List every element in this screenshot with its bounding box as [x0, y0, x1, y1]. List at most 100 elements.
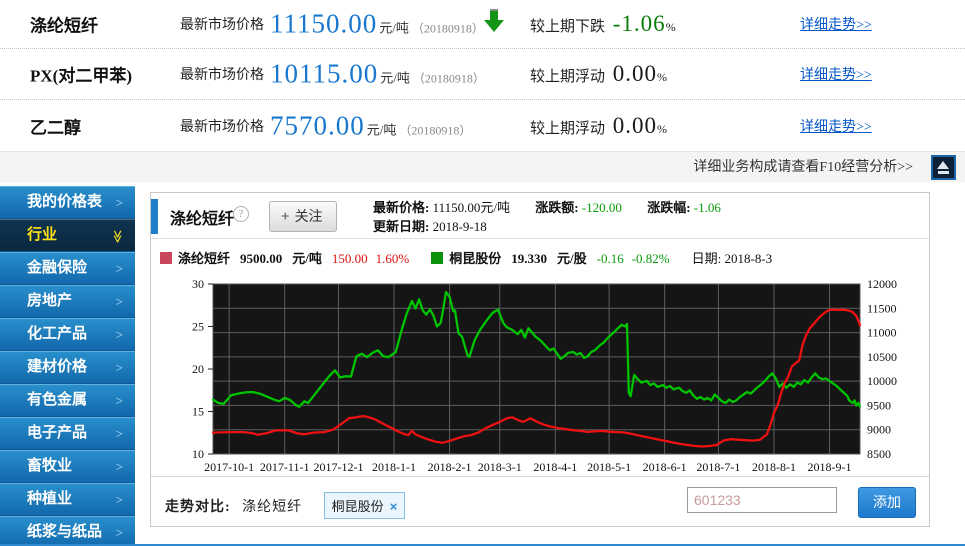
x-axis-tick: 2017-10-1: [204, 460, 254, 474]
sidebar-item-我的价格表[interactable]: 我的价格表 >: [0, 186, 135, 219]
chevron-right-icon: >: [115, 261, 123, 276]
price-date: （20180918）: [411, 21, 484, 36]
detail-trend-link[interactable]: 详细走势>>: [800, 64, 872, 84]
right-axis-tick: 8500: [867, 447, 891, 461]
detail-trend-link[interactable]: 详细走势>>: [800, 116, 872, 136]
down-arrow-icon: [483, 8, 505, 34]
chevron-right-icon: >: [115, 327, 123, 342]
price-value: 7570.00: [270, 110, 365, 140]
sidebar-item-label: 房地产: [27, 293, 73, 309]
change-value: 0.00: [612, 112, 658, 138]
latest-price: 11150.00元/吨: [432, 200, 510, 215]
quote-row: PX(对二甲苯) 最新市场价格 10115.00 元/吨 （20180918） 较上期浮动…: [0, 49, 965, 100]
price-group: 11150.00 元/吨 （20180918）: [270, 9, 484, 40]
update-date: 2018-9-18: [432, 219, 487, 234]
x-axis-tick: 2017-11-1: [260, 460, 310, 474]
sidebar-item-label: 建材价格: [27, 359, 88, 375]
change-unit: %: [657, 70, 668, 84]
sidebar-item-化工产品[interactable]: 化工产品 >: [0, 318, 135, 351]
quote-row: 乙二醇 最新市场价格 7570.00 元/吨 （20180918） 较上期浮动 0.00%…: [0, 100, 965, 151]
commodity-name: 乙二醇: [30, 118, 81, 137]
commodity-name: PX(对二甲苯): [30, 66, 132, 86]
stock-code-input[interactable]: [687, 487, 837, 513]
market-price-label: 最新市场价格: [180, 18, 264, 33]
sidebar-item-建材价格[interactable]: 建材价格 >: [0, 351, 135, 384]
change-percent: -1.06: [693, 200, 721, 215]
page-title: 涤纶短纤: [170, 211, 235, 228]
x-axis-tick: 2018-3-1: [478, 460, 522, 474]
change-value: 0.00: [612, 61, 658, 86]
price-info: 最新价格: 11150.00元/吨 涨跌额: -120.00 涨跌幅: -1.0…: [373, 200, 721, 234]
commodity-name: 涤纶短纤: [30, 16, 98, 36]
x-axis-tick: 2018-6-1: [643, 460, 687, 474]
sidebar-item-label: 我的价格表: [27, 194, 103, 210]
sidebar-item-label: 纸浆与纸品: [27, 524, 103, 540]
change-amount: -120.00: [581, 200, 622, 215]
follow-button[interactable]: + 关注: [269, 201, 337, 232]
eject-bar-icon: [938, 171, 949, 174]
change-unit: %: [657, 121, 668, 136]
f10-notice: 详细业务构成请查看F10经营分析>>: [693, 160, 913, 175]
title-accent-bar: [151, 199, 158, 234]
chevron-double-down-icon: ≫: [110, 229, 126, 244]
price-date: （20180918）: [399, 123, 472, 137]
left-axis-tick: 20: [192, 362, 204, 376]
chart-legend: 涤纶短纤 9500.00 元/吨 150.00 1.60% 桐昆股份 19.330 元/股 -0…: [160, 248, 929, 270]
right-axis-tick: 11500: [867, 301, 897, 315]
eject-up-icon: [937, 161, 949, 169]
sidebar-item-label: 化工产品: [27, 326, 88, 342]
quote-rows: 涤纶短纤 最新市场价格 11150.00 元/吨 （20180918） 较上期下跌 -1.…: [0, 0, 965, 151]
price-unit: 元/吨: [366, 122, 397, 137]
scroll-top-button[interactable]: [931, 155, 956, 180]
sidebar-item-行业[interactable]: 行业 ≫: [0, 219, 135, 252]
series2-marker-icon: [431, 252, 444, 264]
chevron-right-icon: >: [115, 459, 123, 474]
sidebar-item-label: 种植业: [27, 491, 73, 507]
tag-close-icon[interactable]: ×: [390, 499, 398, 514]
change-label: 较上期浮动 0.00%: [530, 61, 668, 86]
x-axis-tick: 2018-4-1: [533, 460, 577, 474]
plus-icon: +: [281, 209, 290, 225]
left-axis-tick: 15: [192, 405, 204, 419]
x-axis-tick: 2018-7-1: [696, 460, 740, 474]
change-unit: %: [665, 20, 676, 34]
change-value: -1.06: [612, 11, 666, 36]
right-axis-tick: 9500: [867, 398, 891, 412]
x-axis-tick: 2018-2-1: [428, 460, 472, 474]
sidebar-item-label: 电子产品: [27, 425, 88, 441]
sidebar-item-金融保险[interactable]: 金融保险 >: [0, 252, 135, 285]
sidebar-item-label: 畜牧业: [27, 458, 73, 474]
price-chart[interactable]: 8500 9000 9500 10000 10500 11000 11500 12000 201…: [151, 270, 929, 476]
chevron-right-icon: >: [115, 426, 123, 441]
price-date: （20180918）: [412, 71, 485, 86]
add-button[interactable]: 添加: [858, 487, 916, 518]
x-axis-tick: 2018-1-1: [372, 460, 416, 474]
chevron-right-icon: >: [115, 360, 123, 375]
chevron-right-icon: >: [115, 294, 123, 309]
quote-row: 涤纶短纤 最新市场价格 11150.00 元/吨 （20180918） 较上期下跌 -1.…: [0, 0, 965, 49]
compare-base: 涤纶短纤: [242, 500, 303, 515]
panel-header: 涤纶短纤 ? + 关注 最新价格: 11150.00元/吨 涨跌额: -120.0…: [151, 193, 929, 239]
sidebar-item-房地产[interactable]: 房地产 >: [0, 285, 135, 318]
sidebar-item-畜牧业[interactable]: 畜牧业 >: [0, 450, 135, 483]
right-axis-tick: 10000: [867, 374, 897, 388]
sidebar-item-电子产品[interactable]: 电子产品 >: [0, 417, 135, 450]
sidebar-item-label: 有色金属: [27, 392, 88, 408]
compare-label: 走势对比:: [165, 500, 231, 515]
detail-trend-link[interactable]: 详细走势>>: [800, 14, 872, 34]
right-axis-tick: 10500: [867, 350, 897, 364]
cursor-date: 2018-8-3: [724, 251, 773, 266]
market-price-label: 最新市场价格: [180, 119, 264, 135]
price-group: 10115.00 元/吨 （20180918）: [270, 59, 485, 90]
chevron-right-icon: >: [115, 525, 123, 540]
help-icon[interactable]: ?: [233, 206, 249, 222]
sidebar-item-label: 金融保险: [27, 260, 88, 276]
sidebar-item-有色金属[interactable]: 有色金属 >: [0, 384, 135, 417]
right-axis-tick: 11000: [867, 326, 897, 340]
left-axis-tick: 25: [192, 320, 204, 334]
price-group: 7570.00 元/吨 （20180918）: [270, 110, 471, 141]
price-chart-svg: 8500900095001000010500110001150012000201…: [192, 277, 897, 474]
sidebar-item-纸浆与纸品[interactable]: 纸浆与纸品 >: [0, 516, 135, 546]
sidebar-item-种植业[interactable]: 种植业 >: [0, 483, 135, 516]
price-value: 11150.00: [270, 8, 378, 39]
